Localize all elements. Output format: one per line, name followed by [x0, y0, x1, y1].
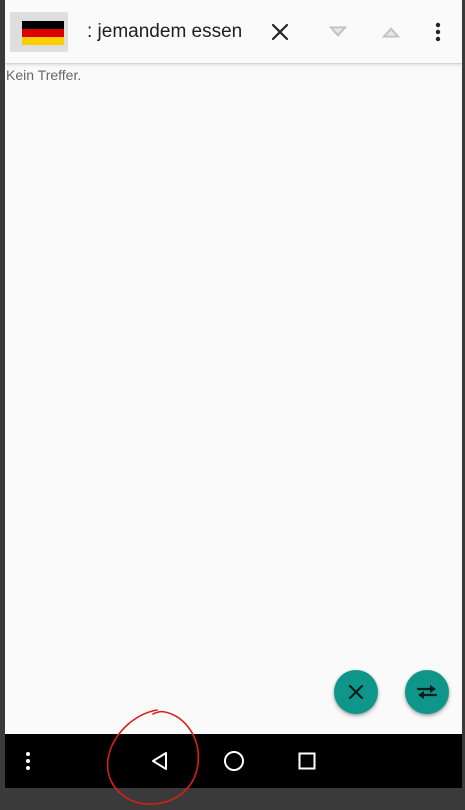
overflow-menu-button[interactable]	[420, 14, 456, 50]
nav-menu-button[interactable]	[13, 734, 43, 788]
previous-match-button[interactable]	[373, 14, 409, 50]
clear-fab-button[interactable]	[334, 670, 378, 714]
swap-icon	[416, 685, 438, 699]
german-flag-icon	[22, 21, 64, 45]
phone-screen: : jemandem essen Kein Treffer.	[5, 0, 462, 788]
back-icon	[152, 752, 167, 770]
recents-icon	[298, 752, 316, 770]
search-query-text[interactable]: : jemandem essen	[87, 21, 242, 43]
clear-search-button[interactable]	[262, 14, 298, 50]
home-icon	[224, 751, 244, 771]
no-results-message: Kein Treffer.	[6, 67, 82, 83]
more-vertical-icon	[26, 752, 30, 770]
swap-languages-fab-button[interactable]	[405, 670, 449, 714]
flag-stripe-red	[22, 29, 64, 37]
nav-home-button[interactable]	[214, 734, 254, 788]
nav-recents-button[interactable]	[287, 734, 327, 788]
search-toolbar: : jemandem essen	[5, 0, 462, 64]
flag-stripe-gold	[22, 37, 64, 45]
next-match-button[interactable]	[320, 14, 356, 50]
arrow-up-icon	[382, 27, 400, 38]
more-vertical-icon	[435, 22, 441, 42]
arrow-down-icon	[329, 26, 347, 37]
close-icon	[348, 684, 364, 700]
flag-stripe-black	[22, 21, 64, 29]
navigation-bar	[5, 734, 462, 788]
language-flag-button[interactable]	[10, 12, 68, 52]
nav-back-button[interactable]	[140, 734, 180, 788]
close-icon	[271, 23, 289, 41]
